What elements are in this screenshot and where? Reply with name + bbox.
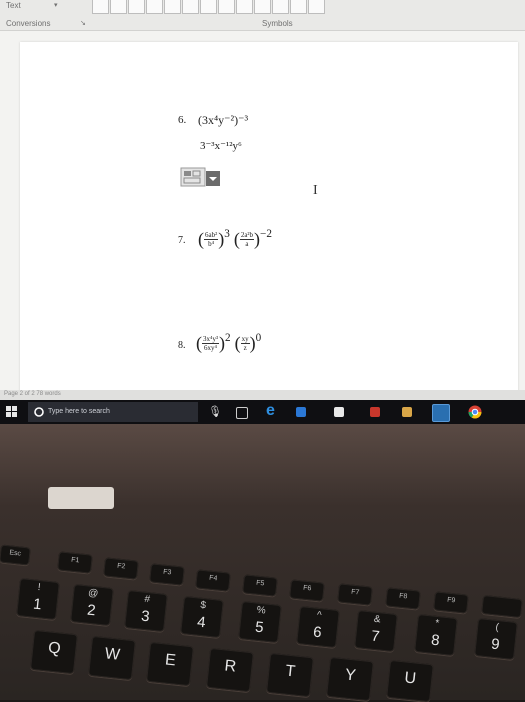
key-u[interactable]: U <box>386 659 434 702</box>
key-e[interactable]: E <box>146 641 194 687</box>
search-icon <box>34 407 44 417</box>
exponent: −2 <box>260 228 272 240</box>
search-placeholder: Type here to search <box>48 408 110 415</box>
ribbon-button[interactable] <box>272 0 289 14</box>
task-view-icon[interactable] <box>236 407 248 419</box>
key-t[interactable]: T <box>266 652 314 698</box>
key-2[interactable]: @2 <box>70 584 114 626</box>
question-number: 7. <box>178 235 186 246</box>
ribbon-button[interactable] <box>236 0 253 14</box>
key-w[interactable]: W <box>88 635 136 681</box>
ribbon-symbols-label: Symbols <box>262 19 293 28</box>
answer-expression[interactable]: 3⁻³x⁻¹²y⁶ <box>200 139 242 152</box>
fraction-numerator: 3x⁴y³ <box>202 335 220 345</box>
f6-key[interactable]: F6 <box>289 579 325 602</box>
app-icon[interactable] <box>370 407 380 417</box>
question-number: 8. <box>178 340 186 351</box>
question-expression: (6ab² b⁴)3 (2a²b a)−2 <box>198 228 272 250</box>
question-number: 6. <box>178 114 187 126</box>
ribbon-button[interactable] <box>290 0 307 14</box>
question-expression: (3x⁴y⁻²)⁻³ <box>198 113 249 127</box>
exponent: 0 <box>255 332 262 344</box>
windows-start-icon[interactable] <box>6 406 18 418</box>
equation-placeholder[interactable] <box>180 167 222 187</box>
f7-key[interactable]: F7 <box>337 583 373 606</box>
camera-app-icon[interactable] <box>432 404 450 422</box>
document-page[interactable]: 6. (3x⁴y⁻²)⁻³ 3⁻³x⁻¹²y⁶ 7. (6ab² b⁴)3 (2a… <box>20 42 518 400</box>
screen: Text ▾ Conversions ↘ Symbols 6. (3x⁴y⁻²)… <box>0 0 525 400</box>
f10-key[interactable] <box>481 594 523 619</box>
search-box[interactable]: Type here to search <box>28 402 198 422</box>
key-6[interactable]: ^ 6 <box>296 606 340 648</box>
fraction-numerator: 2a²b <box>239 231 255 241</box>
key-1[interactable]: ! 1 <box>16 578 60 620</box>
key-7[interactable]: & 7 <box>354 610 398 652</box>
file-explorer-icon[interactable] <box>402 407 412 417</box>
ribbon-button[interactable] <box>182 0 199 14</box>
fraction-denominator: 6xy⁴ <box>204 344 217 353</box>
ribbon-button[interactable] <box>218 0 235 14</box>
key-8[interactable]: * 8 <box>414 614 458 656</box>
fraction-numerator: xy <box>240 335 250 345</box>
fraction-denominator: z <box>243 344 247 353</box>
exponent: 3 <box>224 228 230 240</box>
ribbon-button[interactable] <box>128 0 145 14</box>
store-icon[interactable] <box>334 407 344 417</box>
word-app-icon[interactable] <box>296 407 306 417</box>
text-cursor-icon: I <box>313 183 318 198</box>
f3-key[interactable]: F3 <box>149 563 185 586</box>
chrome-icon[interactable] <box>468 405 482 419</box>
fraction-denominator: a <box>245 240 249 249</box>
key-q[interactable]: Q <box>30 629 78 675</box>
fraction-numerator: 6ab² <box>204 231 219 241</box>
ribbon-button[interactable] <box>164 0 181 14</box>
ribbon-button[interactable] <box>254 0 271 14</box>
ribbon-button[interactable] <box>110 0 127 14</box>
f2-key[interactable]: F2 <box>103 557 139 580</box>
f9-key[interactable]: F9 <box>433 591 469 614</box>
equation-options-icon[interactable] <box>180 167 222 187</box>
ribbon-conversions-label: Conversions <box>6 19 51 28</box>
key-4[interactable]: $4 <box>180 596 224 638</box>
status-text: Page 2 of 2 78 words <box>4 391 61 397</box>
status-bar: Page 2 of 2 78 words <box>0 390 525 400</box>
key-r[interactable]: R <box>206 647 254 693</box>
exponent: 2 <box>225 332 231 344</box>
dropdown-arrow-icon[interactable]: ▾ <box>54 1 58 9</box>
esc-key[interactable]: Esc <box>0 544 31 566</box>
ribbon: Text ▾ Conversions ↘ Symbols <box>0 0 525 31</box>
ribbon-button[interactable] <box>308 0 325 14</box>
edge-browser-icon[interactable]: e <box>266 402 275 420</box>
f5-key[interactable]: F5 <box>242 574 278 597</box>
ribbon-text-label[interactable]: Text <box>6 1 21 10</box>
f4-key[interactable]: F4 <box>195 569 231 592</box>
key-9[interactable]: (9 <box>474 618 518 660</box>
microphone-icon[interactable]: 🎙 <box>208 405 222 418</box>
question-expression: (3x⁴y³ 6xy⁴)2 (xy z)0 <box>196 332 262 354</box>
fraction-denominator: b⁴ <box>208 240 215 249</box>
ribbon-button[interactable] <box>200 0 217 14</box>
key-y[interactable]: Y <box>326 656 374 702</box>
key-3[interactable]: #3 <box>124 590 168 632</box>
f8-key[interactable]: F8 <box>385 587 421 610</box>
ribbon-button[interactable] <box>92 0 109 14</box>
laptop-hinge <box>48 487 114 509</box>
dialog-launcher-icon[interactable]: ↘ <box>80 19 86 27</box>
ribbon-button[interactable] <box>146 0 163 14</box>
f1-key[interactable]: F1 <box>57 551 93 574</box>
key-5[interactable]: % 5 <box>238 601 282 643</box>
